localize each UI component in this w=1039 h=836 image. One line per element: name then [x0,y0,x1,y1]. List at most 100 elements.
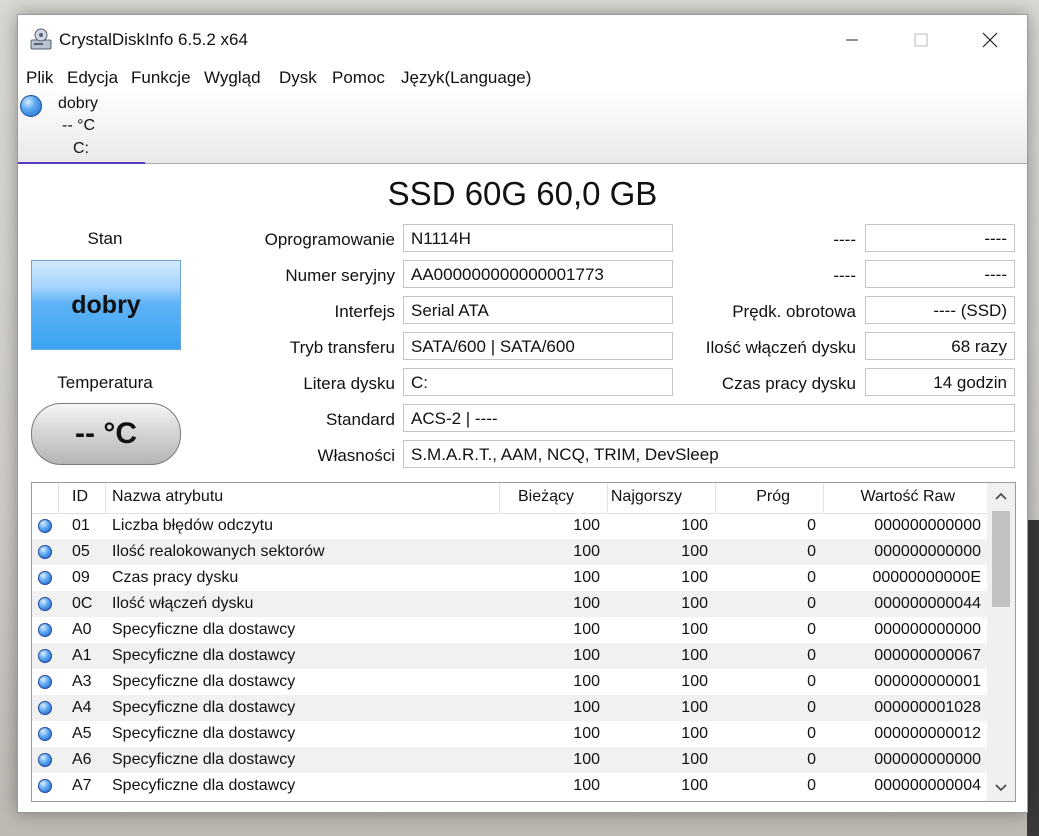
attribute-current: 100 [573,647,600,664]
attribute-raw: 000000000004 [874,777,981,794]
window-title: CrystalDiskInfo 6.5.2 x64 [59,30,248,49]
attribute-worst: 100 [681,595,708,612]
attribute-worst: 100 [681,699,708,716]
attribute-id: A3 [72,673,92,690]
attribute-current: 100 [573,673,600,690]
menu-view[interactable]: Wygląd [204,68,261,88]
scroll-up-button[interactable] [987,483,1015,509]
desktop-background [1027,520,1039,836]
menu-help[interactable]: Pomoc [332,68,385,88]
attribute-id: A1 [72,647,92,664]
attribute-status-icon [38,623,52,637]
attribute-name: Ilość włączeń dysku [112,595,254,612]
temperature-label: Temperatura [57,373,153,392]
attribute-id: A7 [72,777,92,794]
table-row[interactable]: A7 Specyficzne dla dostawcy 100 100 0 0000000… [32,773,987,799]
column-header-id[interactable]: ID [72,488,88,506]
attribute-raw: 000000000067 [874,647,981,664]
attribute-status-icon [38,571,52,585]
attribute-current: 100 [573,595,600,612]
serial-number-label: Numer seryjny [285,266,395,285]
attribute-id: A6 [72,751,92,768]
rotation-rate-value: ---- (SSD) [865,296,1015,324]
attribute-name: Specyficzne dla dostawcy [112,751,296,768]
attribute-name: Czas pracy dysku [112,569,239,586]
table-row[interactable]: A3 Specyficzne dla dostawcy 100 100 0 0000000… [32,669,987,695]
column-header-name[interactable]: Nazwa atrybutu [112,488,223,506]
attribute-threshold: 0 [807,543,816,560]
attribute-threshold: 0 [807,725,816,742]
attribute-name: Specyficzne dla dostawcy [112,647,296,664]
minimize-button[interactable] [818,15,886,65]
attribute-raw: 000000000000 [874,543,981,560]
attribute-raw: 00000000000E [872,569,981,586]
menu-language[interactable]: Język(Language) [401,68,531,88]
disk-tab-status: dobry [58,95,99,112]
attribute-worst: 100 [681,777,708,794]
attribute-current: 100 [573,777,600,794]
table-row[interactable]: 09 Czas pracy dysku 100 100 0 00000000000E [32,565,987,591]
attribute-name: Specyficzne dla dostawcy [112,777,296,794]
column-header-current[interactable]: Bieżący [518,488,574,506]
column-separator [715,483,716,513]
interface-label: Interfejs [334,302,395,321]
table-row[interactable]: A4 Specyficzne dla dostawcy 100 100 0 0000000… [32,695,987,721]
table-row[interactable]: A6 Specyficzne dla dostawcy 100 100 0 0000000… [32,747,987,773]
health-status-button[interactable]: dobry [31,260,181,350]
attribute-worst: 100 [681,569,708,586]
menu-file[interactable]: Plik [26,68,53,88]
column-separator [105,483,106,513]
title-bar: CrystalDiskInfo 6.5.2 x64 [18,15,1027,65]
drive-letter-label: Litera dysku [303,374,395,393]
table-row[interactable]: 01 Liczba błędów odczytu 100 100 0 0000000000… [32,513,987,539]
table-row[interactable]: 05 Ilość realokowanych sektorów 100 100 0 000… [32,539,987,565]
attribute-threshold: 0 [807,751,816,768]
attribute-status-icon [38,675,52,689]
right-field-1-label: ---- [833,230,856,249]
attribute-threshold: 0 [807,699,816,716]
features-label: Własności [317,446,395,465]
scrollbar-thumb[interactable] [992,511,1010,607]
attribute-worst: 100 [681,647,708,664]
attribute-id: A0 [72,621,92,638]
power-on-count-label: Ilość włączeń dysku [705,338,856,357]
attribute-status-icon [38,727,52,741]
column-header-raw[interactable]: Wartość Raw [860,488,955,506]
attribute-status-icon [38,779,52,793]
disk-tab-c[interactable]: dobry -- °C C: [18,91,145,164]
attribute-id: 0C [72,595,93,612]
scroll-down-button[interactable] [987,775,1015,801]
attribute-name: Specyficzne dla dostawcy [112,725,296,742]
vertical-scrollbar[interactable] [987,483,1015,801]
attribute-worst: 100 [681,673,708,690]
attribute-threshold: 0 [807,517,816,534]
firmware-value: N1114H [403,224,673,252]
attribute-id: 01 [72,517,90,534]
column-separator [58,483,59,513]
standard-label: Standard [326,410,395,429]
attribute-threshold: 0 [807,777,816,794]
attribute-current: 100 [573,543,600,560]
attribute-worst: 100 [681,517,708,534]
standard-value: ACS-2 | ---- [403,404,1015,432]
close-button[interactable] [956,15,1024,65]
menu-disk[interactable]: Dysk [279,68,317,88]
table-row[interactable]: A5 Specyficzne dla dostawcy 100 100 0 0000000… [32,721,987,747]
rotation-rate-label: Prędk. obrotowa [732,302,856,321]
right-field-2-value: ---- [865,260,1015,288]
column-header-worst[interactable]: Najgorszy [611,488,682,506]
health-label: Stan [87,229,123,248]
table-row[interactable]: A0 Specyficzne dla dostawcy 100 100 0 0000000… [32,617,987,643]
table-row[interactable]: A1 Specyficzne dla dostawcy 100 100 0 0000000… [32,643,987,669]
menu-functions[interactable]: Funkcje [131,68,191,88]
menu-edit[interactable]: Edycja [67,68,118,88]
attribute-status-icon [38,519,52,533]
table-row[interactable]: 0C Ilość włączeń dysku 100 100 0 000000000044 [32,591,987,617]
disk-tab-letter: C: [73,140,89,157]
maximize-button[interactable] [887,15,955,65]
column-header-threshold[interactable]: Próg [756,488,790,506]
drive-letter-value: C: [403,368,673,396]
attribute-worst: 100 [681,725,708,742]
interface-value: Serial ATA [403,296,673,324]
smart-attributes-table: ID Nazwa atrybutu Bieżący Najgorszy Próg… [31,482,1016,802]
